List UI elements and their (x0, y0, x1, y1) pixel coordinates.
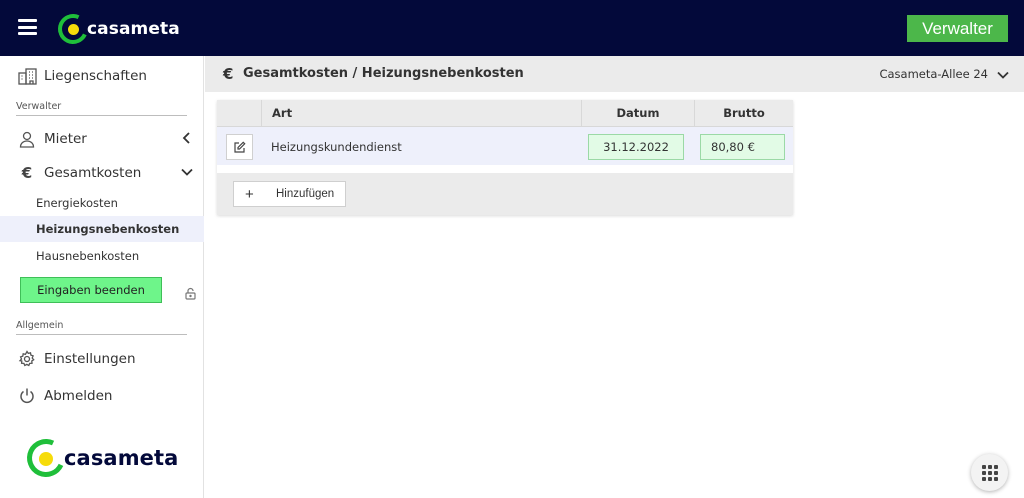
sidebar-item-label: Einstellungen (44, 351, 136, 367)
property-selector[interactable]: Casameta-Allee 24 (879, 67, 988, 81)
section-label-manager: Verwalter (16, 101, 187, 116)
header-logo[interactable]: casameta (53, 9, 180, 49)
sidebar-item-label: Gesamtkosten (44, 165, 142, 181)
sidebar-item-tenants[interactable]: Mieter (0, 121, 204, 157)
logo-text: casameta (64, 446, 179, 470)
buildings-icon (17, 66, 37, 86)
sidebar-item-logout[interactable]: Abmelden (0, 378, 204, 414)
footer-logo: casameta (21, 433, 179, 483)
top-bar: casameta Verwalter (0, 0, 1024, 56)
column-header-brutto: Brutto (694, 100, 793, 126)
sidebar-subitem-house-costs[interactable]: Hausnebenkosten (0, 243, 204, 269)
column-header-datum: Datum (581, 100, 694, 126)
sidebar-item-label: Mieter (44, 131, 87, 147)
sidebar-subitem-heating-costs[interactable]: Heizungsnebenkosten (0, 216, 204, 242)
chevron-left-icon[interactable] (180, 131, 194, 145)
casameta-logo-icon (53, 9, 93, 49)
sidebar-item-label: Abmelden (44, 388, 113, 404)
logo-text: casameta (87, 19, 180, 39)
role-badge[interactable]: Verwalter (907, 15, 1008, 42)
plus-icon: + (245, 186, 254, 203)
table-row[interactable]: Heizungskundendienst 31.12.2022 80,80 € (217, 126, 793, 165)
euro-icon: € (21, 164, 33, 182)
sidebar-item-label: Liegenschaften (44, 68, 147, 84)
date-field[interactable]: 31.12.2022 (588, 134, 684, 160)
finish-input-button[interactable]: Eingaben beenden (20, 277, 162, 303)
cell-art: Heizungskundendienst (271, 140, 402, 154)
breadcrumb: Gesamtkosten / Heizungsnebenkosten (243, 66, 524, 81)
sidebar-item-settings[interactable]: Einstellungen (0, 341, 204, 377)
gross-amount-field[interactable]: 80,80 € (700, 134, 785, 160)
grid-icon (981, 464, 998, 481)
sidebar-item-properties[interactable]: Liegenschaften (0, 58, 204, 94)
power-icon (17, 386, 37, 406)
sidebar: Liegenschaften Verwalter Mieter € Gesamt… (0, 56, 204, 498)
costs-table: Art Datum Brutto Heizungskundendienst 31… (217, 100, 793, 215)
section-label-general: Allgemein (16, 320, 187, 335)
row-spacer (217, 165, 793, 173)
add-button[interactable]: + Hinzufügen (233, 181, 346, 207)
edit-button[interactable] (226, 134, 253, 160)
chevron-down-icon[interactable] (180, 165, 194, 179)
add-button-label: Hinzufügen (276, 188, 335, 200)
hamburger-icon[interactable] (18, 19, 37, 35)
casameta-logo-icon (21, 433, 71, 483)
table-header: Art Datum Brutto (217, 100, 793, 126)
sidebar-item-total-costs[interactable]: € Gesamtkosten (0, 155, 204, 191)
sidebar-subitem-energy-costs[interactable]: Energiekosten (0, 190, 204, 216)
edit-icon (234, 140, 246, 153)
euro-icon: € (223, 65, 234, 83)
user-icon (17, 129, 37, 149)
lock-open-icon[interactable] (184, 285, 197, 300)
page-header: € Gesamtkosten / Heizungsnebenkosten Cas… (205, 56, 1024, 92)
column-header-art: Art (261, 100, 581, 126)
chevron-down-icon[interactable] (996, 67, 1010, 81)
apps-button[interactable] (971, 454, 1008, 491)
gear-icon (17, 349, 37, 369)
